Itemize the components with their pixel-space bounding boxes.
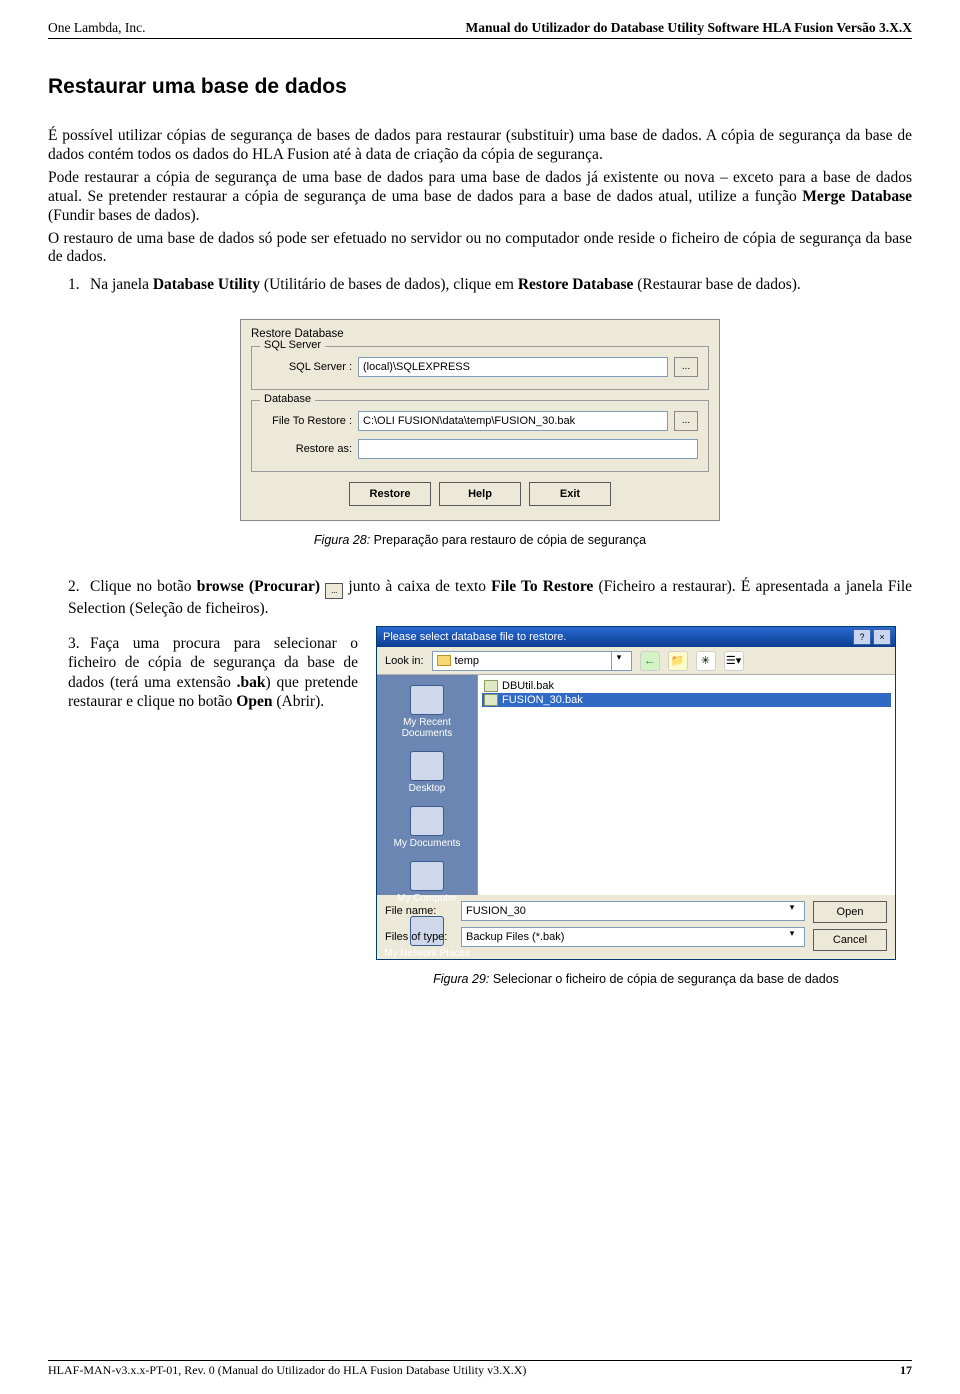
files-of-type-dropdown[interactable]: Backup Files (*.bak)▾ (461, 927, 805, 947)
figure-28-caption: Figura 28: Preparação para restauro de c… (48, 533, 912, 547)
database-legend: Database (260, 393, 315, 405)
restore-button[interactable]: Restore (349, 482, 431, 506)
database-group: Database File To Restore : ... Restore a… (251, 400, 709, 472)
page-footer: HLAF-MAN-v3.x.x-PT-01, Rev. 0 (Manual do… (48, 1360, 912, 1378)
restore-as-input[interactable] (358, 439, 698, 459)
restore-as-label: Restore as: (262, 443, 352, 455)
file-dialog-toolbar: Look in: temp ▾ ← 📁 ✳ ☰▾ (377, 647, 895, 675)
file-dialog-titlebar: Please select database file to restore. … (377, 627, 895, 647)
place-desktop[interactable]: Desktop (377, 747, 477, 802)
page-number: 17 (900, 1363, 912, 1378)
open-button[interactable]: Open (813, 901, 887, 923)
look-in-label: Look in: (385, 655, 424, 667)
body-paragraph-2: Pode restaurar a cópia de segurança de u… (48, 169, 912, 226)
back-icon[interactable]: ← (640, 651, 660, 671)
merge-database-term: Merge Database (802, 188, 912, 205)
sql-browse-button[interactable]: ... (674, 357, 698, 377)
my-computer-icon (410, 861, 444, 891)
file-to-restore-label: File To Restore : (262, 415, 352, 427)
my-documents-icon (410, 806, 444, 836)
header-doc-title: Manual do Utilizador do Database Utility… (465, 20, 912, 36)
place-mydocs[interactable]: My Documents (377, 802, 477, 857)
folder-icon (437, 655, 451, 666)
step-1: 1.Na janela Database Utility (Utilitário… (68, 275, 912, 294)
chevron-down-icon[interactable]: ▾ (611, 652, 627, 670)
file-list[interactable]: DBUtil.bak FUSION_30.bak (477, 675, 895, 895)
sql-legend: SQL Server (260, 339, 325, 351)
look-in-dropdown[interactable]: temp ▾ (432, 651, 632, 671)
place-recent[interactable]: My Recent Documents (377, 681, 477, 747)
look-in-value: temp (455, 655, 479, 667)
close-icon[interactable]: × (873, 629, 891, 645)
exit-button[interactable]: Exit (529, 482, 611, 506)
file-dialog-title: Please select database file to restore. (383, 631, 566, 643)
desktop-icon (410, 751, 444, 781)
sql-server-label: SQL Server : (262, 361, 352, 373)
up-folder-icon[interactable]: 📁 (668, 651, 688, 671)
browse-icon: ... (325, 583, 343, 599)
file-name-input[interactable]: FUSION_30▾ (461, 901, 805, 921)
sql-server-group: SQL Server SQL Server : ... (251, 346, 709, 390)
help-button[interactable]: Help (439, 482, 521, 506)
places-bar: My Recent Documents Desktop My Documents… (377, 675, 477, 895)
file-name-label: File name: (385, 905, 455, 917)
sql-server-input[interactable] (358, 357, 668, 377)
step-2: 2.Clique no botão browse (Procurar) ... … (68, 577, 912, 618)
file-item[interactable]: DBUtil.bak (482, 679, 891, 693)
new-folder-icon[interactable]: ✳ (696, 651, 716, 671)
body-paragraph-3: O restauro de uma base de dados só pode … (48, 230, 912, 268)
body-paragraph-1: É possível utilizar cópias de segurança … (48, 127, 912, 165)
page-header: One Lambda, Inc. Manual do Utilizador do… (48, 20, 912, 39)
bak-file-icon (484, 694, 498, 706)
file-selection-dialog: Please select database file to restore. … (376, 626, 896, 960)
chevron-down-icon[interactable]: ▾ (784, 928, 800, 946)
cancel-button[interactable]: Cancel (813, 929, 887, 951)
chevron-down-icon[interactable]: ▾ (784, 902, 800, 920)
footer-docref: HLAF-MAN-v3.x.x-PT-01, Rev. 0 (Manual do… (48, 1363, 526, 1378)
figure-29-caption: Figura 29: Selecionar o ficheiro de cópi… (376, 972, 896, 986)
file-to-restore-input[interactable] (358, 411, 668, 431)
bak-file-icon (484, 680, 498, 692)
step-3: 3.Faça uma procura para selecionar o fic… (68, 634, 358, 712)
files-of-type-label: Files of type: (385, 931, 455, 943)
restore-database-dialog: Restore Database SQL Server SQL Server :… (240, 319, 720, 521)
section-title: Restaurar uma base de dados (48, 75, 912, 99)
header-company: One Lambda, Inc. (48, 20, 145, 36)
help-icon[interactable]: ? (853, 629, 871, 645)
recent-documents-icon (410, 685, 444, 715)
file-browse-button[interactable]: ... (674, 411, 698, 431)
views-icon[interactable]: ☰▾ (724, 651, 744, 671)
file-item-selected[interactable]: FUSION_30.bak (482, 693, 891, 707)
